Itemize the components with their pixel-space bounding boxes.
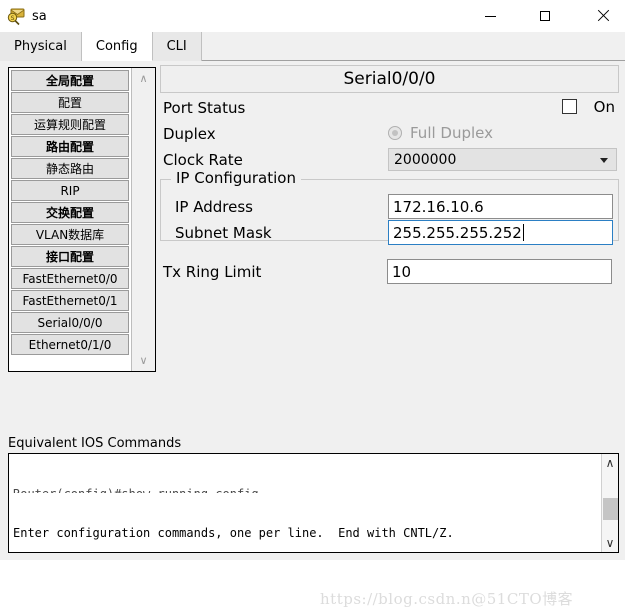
duplex-row: Duplex Full Duplex: [160, 121, 619, 147]
config-tree-scrollbar[interactable]: ∧ ∨: [131, 68, 155, 371]
tab-bar: Physical Config CLI: [0, 32, 625, 61]
tree-item-fastethernet0-1[interactable]: FastEthernet0/1: [11, 290, 129, 311]
tree-item-settings[interactable]: 配置: [11, 92, 129, 113]
port-status-on-label: On: [593, 98, 615, 116]
router-magnifier-icon: S: [6, 6, 26, 26]
clock-rate-label: Clock Rate: [163, 151, 243, 169]
tree-item-rip[interactable]: RIP: [11, 180, 129, 201]
tab-cli[interactable]: CLI: [152, 32, 202, 61]
tree-item-ethernet0-1-0[interactable]: Ethernet0/1/0: [11, 334, 129, 355]
tx-ring-limit-label: Tx Ring Limit: [163, 263, 262, 281]
clock-rate-value: 2000000: [394, 151, 457, 168]
ios-commands-label: Equivalent IOS Commands: [8, 436, 182, 451]
minimize-button[interactable]: [468, 0, 513, 32]
close-icon: [597, 10, 609, 22]
window-title: sa: [32, 8, 47, 24]
tree-item-label: Serial0/0/0: [37, 315, 103, 330]
ip-address-input[interactable]: 172.16.10.6: [388, 194, 613, 219]
tab-config-label: Config: [95, 38, 138, 54]
panel-title: Serial0/0/0: [160, 65, 619, 93]
duplex-label: Duplex: [163, 125, 216, 143]
tree-item-interface[interactable]: 接口配置: [11, 246, 129, 267]
tree-item-label: 交换配置: [45, 206, 94, 220]
ios-console-scrollbar[interactable]: ∧ ∨: [601, 454, 618, 552]
tree-item-label: 全局配置: [45, 74, 94, 88]
tree-item-global-settings[interactable]: 全局配置: [11, 70, 129, 91]
svg-text:S: S: [11, 15, 15, 22]
tab-physical-label: Physical: [14, 39, 67, 54]
tx-ring-limit-input[interactable]: 10: [387, 259, 612, 284]
ip-configuration-legend: IP Configuration: [171, 169, 301, 187]
maximize-icon: [539, 11, 550, 21]
tree-item-label: Ethernet0/1/0: [28, 337, 112, 352]
window-titlebar: S sa: [0, 0, 625, 32]
clock-rate-dropdown[interactable]: 2000000: [388, 148, 617, 171]
close-button[interactable]: [580, 0, 625, 32]
full-duplex-label: Full Duplex: [410, 124, 494, 142]
port-status-row: Port Status On: [160, 95, 619, 121]
ip-configuration-group: IP Configuration IP Address 172.16.10.6 …: [160, 169, 619, 245]
subnet-mask-value: 255.255.255.252: [393, 223, 522, 242]
tree-item-label: RIP: [60, 183, 80, 198]
tx-ring-limit-value: 10: [392, 262, 412, 281]
watermark-text: https://blog.csdn.n@51CTO博客: [320, 590, 574, 608]
tree-item-switching[interactable]: 交换配置: [11, 202, 129, 223]
tab-cli-label: CLI: [166, 39, 187, 54]
config-page: 全局配置 配置 运算规则配置 路由配置 静态路由 RIP 交换配置 VLAN数据…: [0, 61, 625, 608]
scrollbar-thumb[interactable]: [603, 498, 618, 520]
subnet-mask-input[interactable]: 255.255.255.252: [388, 220, 613, 245]
ip-address-row: IP Address 172.16.10.6: [161, 194, 618, 220]
interface-config-panel: Serial0/0/0 Port Status On Duplex Full D…: [160, 65, 619, 395]
tree-item-label: FastEthernet0/1: [22, 293, 118, 308]
tree-item-fastethernet0-0[interactable]: FastEthernet0/0: [11, 268, 129, 289]
ip-address-value: 172.16.10.6: [393, 197, 484, 216]
scroll-up-icon[interactable]: ∧: [132, 70, 155, 87]
full-duplex-radio: [388, 126, 402, 140]
tab-physical[interactable]: Physical: [0, 32, 82, 61]
tree-item-static-routing[interactable]: 静态路由: [11, 158, 129, 179]
config-tree: 全局配置 配置 运算规则配置 路由配置 静态路由 RIP 交换配置 VLAN数据…: [9, 68, 131, 371]
tree-item-vlan-database[interactable]: VLAN数据库: [11, 224, 129, 245]
scrollbar-track[interactable]: [132, 87, 155, 352]
tree-item-label: 接口配置: [45, 250, 94, 264]
chevron-down-icon: [600, 158, 608, 163]
tree-item-label: 路由配置: [45, 140, 94, 154]
config-tree-panel: 全局配置 配置 运算规则配置 路由配置 静态路由 RIP 交换配置 VLAN数据…: [8, 67, 156, 372]
ip-address-label: IP Address: [175, 198, 253, 216]
ios-line: Enter configuration commands, one per li…: [13, 526, 454, 540]
tree-item-label: FastEthernet0/0: [22, 271, 118, 286]
subnet-mask-row: Subnet Mask 255.255.255.252: [161, 220, 618, 246]
scroll-down-icon[interactable]: ∨: [132, 352, 155, 369]
tree-item-label: 配置: [57, 96, 82, 110]
maximize-button[interactable]: [522, 0, 567, 32]
port-status-label: Port Status: [163, 99, 246, 117]
tx-ring-limit-row: Tx Ring Limit 10: [160, 259, 619, 285]
tab-config[interactable]: Config: [81, 32, 153, 61]
ios-commands-text: Router(config)#show running-config Enter…: [9, 454, 601, 552]
tree-item-algorithm-settings[interactable]: 运算规则配置: [11, 114, 129, 135]
port-status-checkbox[interactable]: [562, 99, 577, 114]
subnet-mask-label: Subnet Mask: [175, 224, 272, 242]
minimize-icon: [485, 15, 496, 17]
scroll-down-icon[interactable]: ∨: [602, 535, 618, 551]
tree-item-routing[interactable]: 路由配置: [11, 136, 129, 157]
text-caret: [522, 224, 524, 241]
tree-item-label: VLAN数据库: [35, 228, 105, 242]
ios-commands-console[interactable]: Router(config)#show running-config Enter…: [8, 453, 619, 553]
scroll-up-icon[interactable]: ∧: [602, 455, 618, 471]
tree-item-serial0-0-0[interactable]: Serial0/0/0: [11, 312, 129, 333]
ios-line-clipped: Router(config)#show running-config: [13, 486, 601, 493]
tree-item-label: 运算规则配置: [33, 118, 106, 132]
tree-item-label: 静态路由: [45, 162, 94, 176]
